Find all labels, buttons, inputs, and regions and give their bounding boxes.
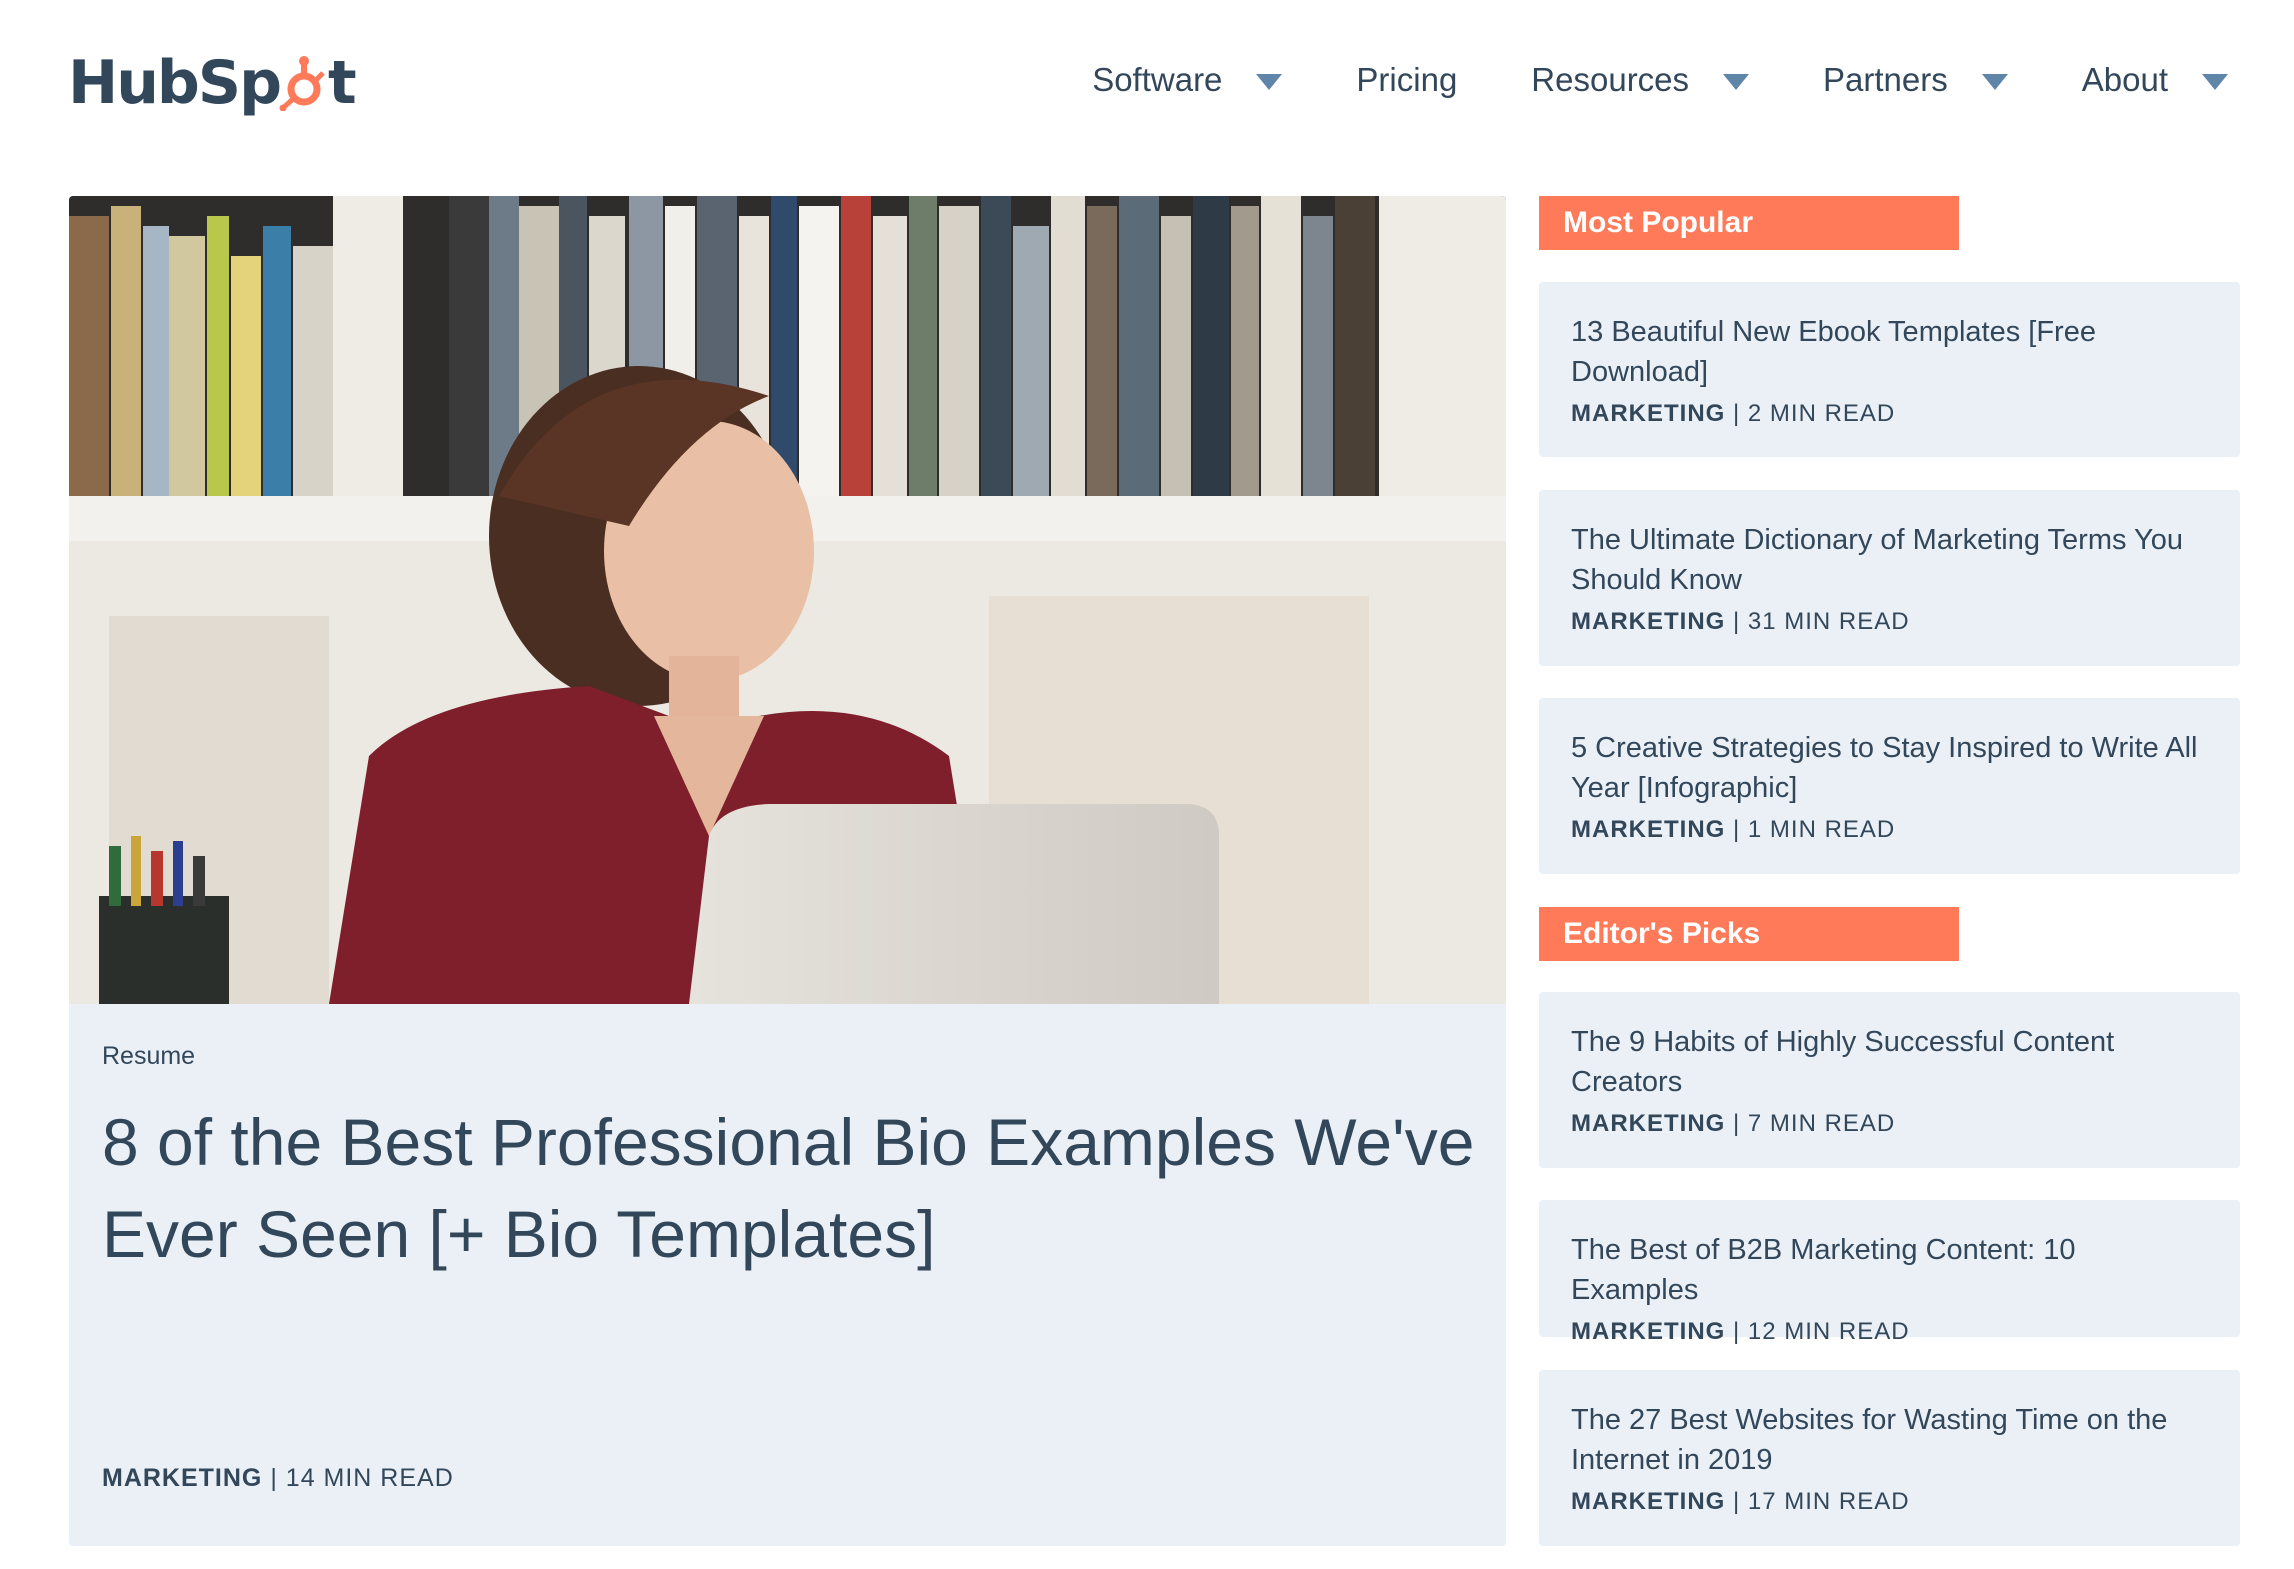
list-item-category[interactable]: MARKETING (1571, 1318, 1725, 1345)
most-popular-item[interactable]: 5 Creative Strategies to Stay Inspired t… (1539, 698, 2240, 874)
sprocket-icon (279, 55, 329, 112)
nav-item-software[interactable]: Software (1092, 61, 1283, 99)
list-item-title[interactable]: 13 Beautiful New Ebook Templates [Free D… (1571, 312, 2208, 392)
nav-item-pricing[interactable]: Pricing (1356, 61, 1457, 99)
list-item-title[interactable]: 5 Creative Strategies to Stay Inspired t… (1571, 728, 2208, 808)
list-item-read-time: | 7 MIN READ (1733, 1110, 1896, 1137)
list-item-title[interactable]: The 27 Best Websites for Wasting Time on… (1571, 1400, 2208, 1480)
list-item-read-time: | 12 MIN READ (1733, 1318, 1910, 1345)
featured-article-card[interactable]: Resume 8 of the Best Professional Bio Ex… (69, 196, 1506, 1546)
most-popular-item[interactable]: The Ultimate Dictionary of Marketing Ter… (1539, 490, 2240, 666)
editors-picks-heading: Editor's Picks (1539, 907, 1959, 961)
list-item-read-time: | 31 MIN READ (1733, 608, 1910, 635)
featured-article-image[interactable] (69, 196, 1506, 1004)
list-item-title[interactable]: The Best of B2B Marketing Content: 10 Ex… (1571, 1230, 2208, 1310)
article-topic[interactable]: Resume (102, 1042, 195, 1071)
editors-pick-item[interactable]: The 27 Best Websites for Wasting Time on… (1539, 1370, 2240, 1546)
list-item-category[interactable]: MARKETING (1571, 816, 1725, 843)
nav-item-label: Partners (1823, 61, 1948, 98)
most-popular-item[interactable]: 13 Beautiful New Ebook Templates [Free D… (1539, 282, 2240, 457)
nav-item-about[interactable]: About (2082, 61, 2228, 99)
article-category[interactable]: MARKETING (102, 1464, 262, 1492)
list-item-meta: MARKETING | 31 MIN READ (1571, 608, 2208, 636)
nav-item-label: Resources (1531, 61, 1690, 98)
list-item-meta: MARKETING | 1 MIN READ (1571, 816, 2208, 844)
caret-down-icon (1981, 74, 2008, 90)
article-read-time: | 14 MIN READ (270, 1464, 454, 1492)
article-title[interactable]: 8 of the Best Professional Bio Examples … (102, 1096, 1482, 1280)
list-item-category[interactable]: MARKETING (1571, 608, 1725, 635)
list-item-category[interactable]: MARKETING (1571, 400, 1725, 427)
list-item-meta: MARKETING | 2 MIN READ (1571, 400, 2208, 428)
list-item-title[interactable]: The 9 Habits of Highly Successful Conten… (1571, 1022, 2208, 1102)
list-item-meta: MARKETING | 17 MIN READ (1571, 1488, 2208, 1516)
article-meta: MARKETING | 14 MIN READ (102, 1464, 454, 1493)
editors-pick-item[interactable]: The 9 Habits of Highly Successful Conten… (1539, 992, 2240, 1168)
list-item-read-time: | 2 MIN READ (1733, 400, 1896, 427)
list-item-read-time: | 17 MIN READ (1733, 1488, 1910, 1515)
nav-item-label: About (2081, 61, 2168, 98)
most-popular-heading: Most Popular (1539, 196, 1959, 250)
list-item-meta: MARKETING | 7 MIN READ (1571, 1110, 2208, 1138)
editors-pick-item[interactable]: The Best of B2B Marketing Content: 10 Ex… (1539, 1200, 2240, 1345)
nav-item-resources[interactable]: Resources (1531, 61, 1750, 99)
main-nav: Software Pricing Resources Partners Abou… (1018, 48, 2228, 112)
list-item-category[interactable]: MARKETING (1571, 1488, 1725, 1515)
hubspot-logo[interactable]: HubSp t (68, 46, 357, 120)
caret-down-icon (1723, 74, 1750, 90)
nav-item-label: Software (1092, 61, 1223, 98)
list-item-title[interactable]: The Ultimate Dictionary of Marketing Ter… (1571, 520, 2208, 600)
list-item-read-time: | 1 MIN READ (1733, 816, 1896, 843)
logo-text-right: t (328, 48, 357, 118)
caret-down-icon (2202, 74, 2228, 90)
caret-down-icon (1256, 74, 1283, 90)
list-item-category[interactable]: MARKETING (1571, 1110, 1725, 1137)
nav-item-partners[interactable]: Partners (1823, 61, 2008, 99)
logo-text-left: HubSp (68, 48, 282, 118)
nav-item-label: Pricing (1356, 61, 1458, 98)
list-item-meta: MARKETING | 12 MIN READ (1571, 1318, 2208, 1346)
